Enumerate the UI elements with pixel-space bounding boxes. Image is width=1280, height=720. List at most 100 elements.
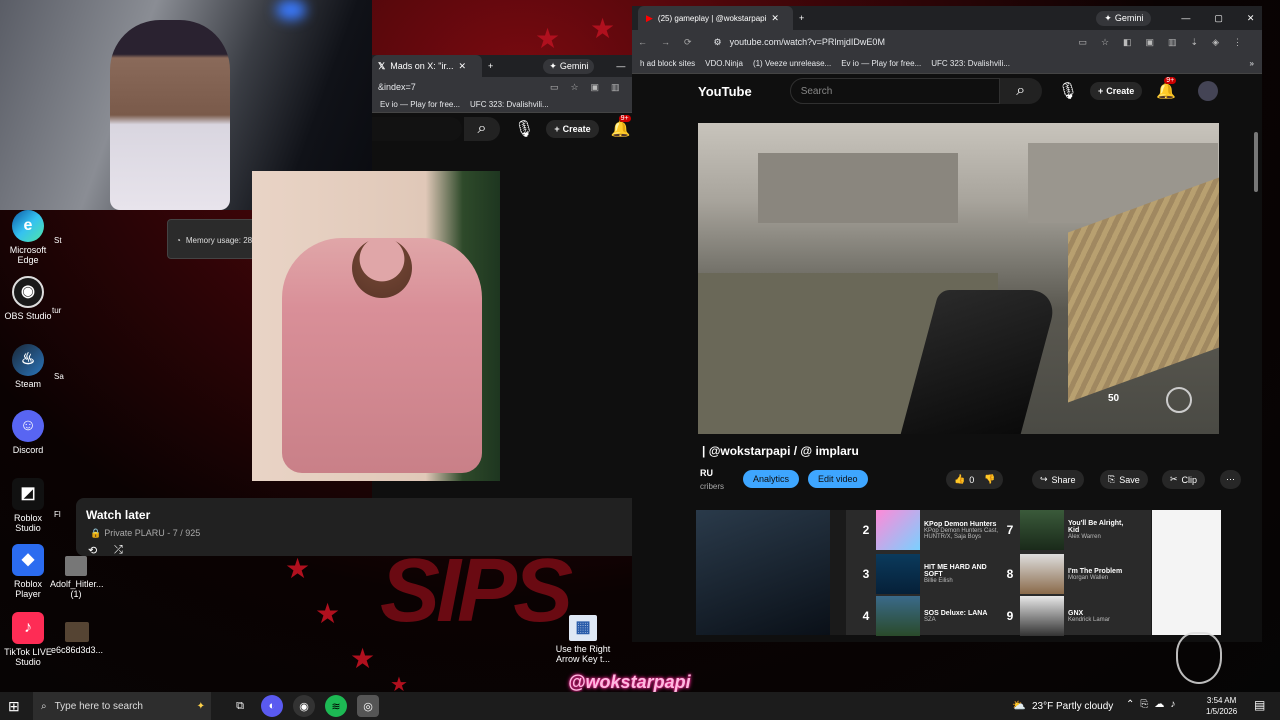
desktop-icon-partial: tur [52,306,62,315]
taskbar-search[interactable]: ⌕ Type here to search ✦ [33,692,211,720]
more-actions-button[interactable]: ⋯ [1220,470,1241,489]
analytics-button[interactable]: Analytics [743,470,800,488]
minimize-icon[interactable]: — [1181,13,1190,23]
led-light [276,0,306,20]
task-view-icon[interactable]: ⧉ [229,695,251,717]
album-thumb [876,554,920,594]
shuffle-icon[interactable]: ⤮ [114,544,123,557]
bookmark-item[interactable]: Ev io — Play for free... [380,100,460,109]
create-button[interactable]: + Create [1090,82,1143,100]
tab-youtube[interactable]: ▶ (25) gameplay | @wokstarpapi ✕ [638,6,793,30]
microphone-icon[interactable]: 🎙 [514,119,534,139]
new-tab-icon[interactable]: + [799,13,804,23]
chart-artist: Billie Eilish [924,578,953,584]
spotify-icon[interactable]: ≋ [325,695,347,717]
desktop-icon-steam[interactable]: ♨ Steam [0,344,56,389]
windows-start-icon[interactable]: ⊞ [8,698,20,715]
maximize-icon[interactable]: ▢ [1214,13,1223,24]
clock[interactable]: 3:54 AM 1/5/2026 [1206,695,1237,717]
search-input[interactable]: Search [789,78,1000,104]
desktop-icon-tiktok-live[interactable]: ♪ TikTok LIVE Studio [0,612,56,667]
bookmark-item[interactable]: UFC 323: Dvalishvili... [470,100,549,109]
edit-video-button[interactable]: Edit video [808,470,868,488]
plus-icon: + [1098,86,1104,96]
bookmarks-bar: h ad block sites VDO.Ninja (1) Veeze unr… [632,54,1262,74]
loop-icon[interactable]: ⟲ [88,544,97,557]
desktop-icon-discord[interactable]: ☺ Discord [0,410,56,455]
toolbar-icons[interactable]: ▭☆◧▣▥⇣◈⋮ [1078,37,1256,48]
bookmark-item[interactable]: Ev io — Play for free... [841,59,921,68]
clip-button[interactable]: ✂ Clip [1162,470,1206,489]
weather-icon[interactable]: ⛅ [1012,699,1026,712]
gemini-button[interactable]: ✦ Gemini [543,58,595,74]
album-thumb [1020,510,1064,550]
search-box-partial[interactable] [372,117,462,141]
minimize-icon[interactable]: — [616,61,625,71]
desktop-icon-file-1[interactable]: Adolf_Hitler... (1) [50,556,104,599]
channel-name[interactable]: RU [700,468,713,478]
microphone-icon[interactable]: 🎙 [1058,81,1078,101]
desktop-icon-obs[interactable]: ◉ OBS Studio [0,276,56,321]
tab-bar: ▶ (25) gameplay | @wokstarpapi ✕ + ✦ Gem… [632,6,1262,30]
desktop-icon-edge[interactable]: e Microsoft Edge [0,210,56,265]
sparkle-icon: ✦ [549,60,557,71]
desktop-icon-roblox-player[interactable]: ◆ Roblox Player [0,544,56,599]
desktop-icon-file-3[interactable]: ▦ Use the Right Arrow Key t... [555,615,611,664]
desktop-icon-file-2[interactable]: e6c86d3d3... [50,622,104,655]
close-icon[interactable]: ✕ [1247,13,1255,24]
thumbs-down-icon[interactable]: 👎 [984,474,995,485]
bell-icon[interactable]: 🔔 9+ [1156,77,1177,101]
tab-close-icon[interactable]: ✕ [459,61,467,72]
address-bar[interactable]: ←→⟳ ⚙ youtube.com/watch?v=PRlmjdIDwE0M ▭… [632,30,1262,54]
weather-text[interactable]: 23°F Partly cloudy [1032,701,1113,712]
sparkle-icon: ✦ [196,700,205,712]
save-button[interactable]: ⎘ Save [1100,470,1148,489]
streamer-image [110,20,230,210]
like-button[interactable]: 👍 0 👎 [946,470,1004,489]
bell-icon[interactable]: 🔔 9+ [611,115,631,139]
youtube-logo[interactable]: YouTube [698,84,752,99]
create-label: Create [1106,86,1135,96]
chevron-right-icon[interactable]: » [1250,59,1254,68]
create-button[interactable]: + Create [546,120,599,138]
notification-icon[interactable]: ▤ [1254,698,1265,712]
subscriber-count: cribers [700,482,725,491]
streamer-watermark: @wokstarpapi [568,672,691,692]
tray-icons[interactable]: ⌃⎘☁♪ [1126,699,1181,710]
search-icon[interactable]: ⌕ [464,117,500,141]
site-info-icon[interactable]: ⚙ [714,37,722,48]
desktop-icon-label: OBS Studio [4,311,52,321]
star-decoration: ★ [590,13,616,44]
image-file-icon [65,556,87,576]
hud-score: 50 [1108,393,1120,404]
watch-later-panel: Watch later 🔒 Private PLARU - 7 / 925 ⟲ … [76,498,678,557]
nav-buttons[interactable]: ←→⟳ [638,37,706,48]
scrollbar[interactable] [1254,132,1258,192]
bookmark-item[interactable]: VDO.Ninja [705,59,743,68]
bookmark-item[interactable]: (1) Veeze unrelease... [753,59,831,68]
obs-taskbar-icon[interactable]: ◉ [293,695,315,717]
bookmark-item[interactable]: h ad block sites [640,59,695,68]
chrome-icon[interactable]: ◎ [357,695,379,717]
share-button[interactable]: ↪ Share [1032,470,1084,489]
avatar[interactable] [1198,81,1219,101]
scissors-icon: ✂ [1170,474,1178,484]
url-text: &index=7 [378,82,416,92]
tab-close-icon[interactable]: ✕ [771,13,779,24]
plus-icon: + [554,124,560,134]
gemini-button[interactable]: ✦ Gemini [1096,10,1152,26]
search-icon[interactable]: ⌕ [999,78,1042,104]
new-tab-icon[interactable]: + [488,61,493,71]
lock-icon: 🔒 [90,528,102,538]
share-icon: ↪ [1040,474,1048,484]
bookmark-item[interactable]: UFC 323: Dvalishvili... [931,59,1010,68]
chart-row: 4 SOS Deluxe: LANA SZA [856,596,1002,636]
search-icon: ⌕ [41,700,47,712]
tab-x-post[interactable]: 𝕏 Mads on X: "ir... ✕ [372,55,482,77]
create-label: Create [562,124,591,134]
gemini-label: Gemini [1114,12,1144,23]
playlist-title: Watch later [86,508,151,522]
app-icon[interactable]: ◐ [261,695,283,717]
album-thumb [876,510,920,550]
desktop-icon-roblox-studio[interactable]: ◩ Roblox Studio [0,478,56,533]
